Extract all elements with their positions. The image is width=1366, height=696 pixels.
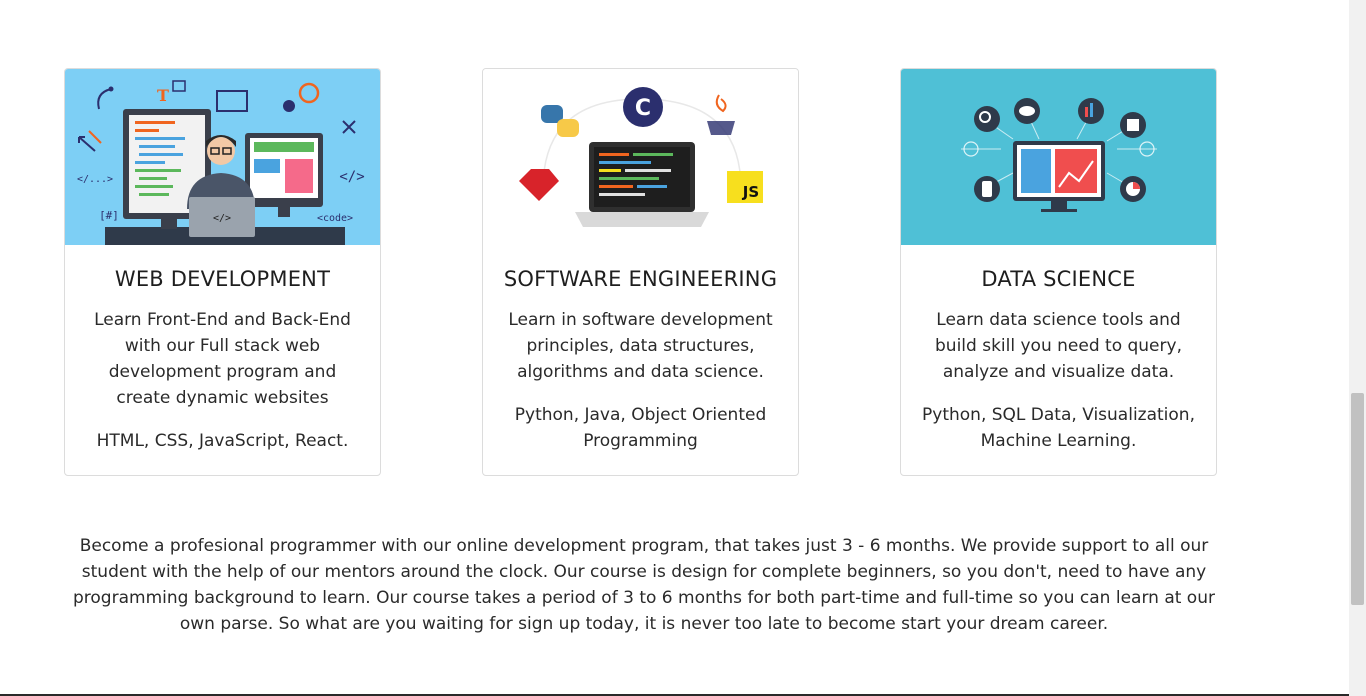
- course-card-software-engineering[interactable]: C JS SOFTWARE ENGINEERING Learn in softw…: [482, 68, 799, 476]
- js-logo-label: JS: [742, 183, 759, 201]
- course-title: SOFTWARE ENGINEERING: [503, 267, 778, 291]
- vertical-scrollbar[interactable]: [1349, 0, 1366, 696]
- course-card-data-science[interactable]: DATA SCIENCE Learn data science tools an…: [900, 68, 1217, 476]
- course-card-web-development[interactable]: </> T </...> </> [#] <code> WEB DEVELOPM…: [64, 68, 381, 476]
- hash-label: [#]: [99, 209, 119, 222]
- course-technologies: HTML, CSS, JavaScript, React.: [96, 431, 349, 451]
- c-logo-label: C: [635, 96, 651, 121]
- page: </> T </...> </> [#] <code> WEB DEVELOPM…: [0, 0, 1349, 696]
- course-description: Learn Front-End and Back-End with our Fu…: [94, 310, 351, 408]
- data-science-illustration: [901, 69, 1216, 245]
- course-description: Learn in software development principles…: [508, 310, 773, 382]
- software-engineering-illustration: C JS: [483, 69, 798, 245]
- course-technologies: Python, Java, Object Oriented Programmin…: [514, 405, 767, 451]
- laptop-code-label: </>: [213, 213, 231, 224]
- scrollbar-thumb[interactable]: [1351, 393, 1364, 605]
- code-word-label: <code>: [317, 213, 353, 224]
- web-development-illustration: </> T </...> </> [#] <code>: [65, 69, 380, 245]
- course-technologies: Python, SQL Data, Visualization, Machine…: [922, 405, 1195, 451]
- course-description: Learn data science tools and build skill…: [935, 310, 1182, 382]
- program-description: Become a profesional programmer with our…: [73, 536, 1215, 634]
- html-tag-label: </...>: [77, 174, 113, 185]
- course-title: WEB DEVELOPMENT: [114, 267, 331, 291]
- course-title: DATA SCIENCE: [981, 267, 1136, 291]
- text-tool-label: T: [157, 86, 169, 105]
- code-tag-label: </>: [339, 169, 364, 185]
